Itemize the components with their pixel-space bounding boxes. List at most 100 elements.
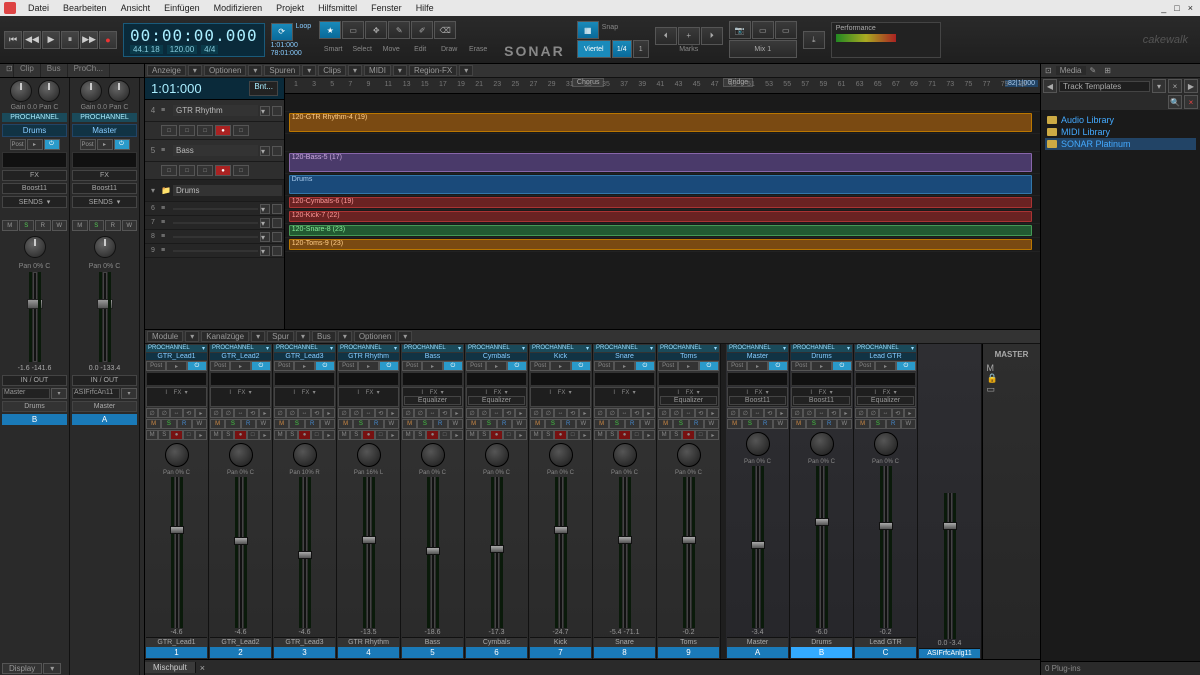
solo-btn[interactable]: S bbox=[161, 419, 176, 429]
post-btn[interactable]: Post bbox=[210, 361, 230, 371]
rec-btn[interactable]: ● bbox=[215, 165, 231, 176]
solo-btn[interactable]: S bbox=[353, 419, 368, 429]
strip-name[interactable]: Kick bbox=[530, 353, 591, 360]
prochannel-header[interactable]: PROCHANNEL▾ bbox=[466, 345, 527, 352]
arm-btn[interactable]: ● bbox=[234, 430, 246, 440]
write-btn[interactable]: W bbox=[704, 419, 719, 429]
mute-btn[interactable]: M bbox=[402, 419, 417, 429]
menu-project[interactable]: Projekt bbox=[270, 2, 310, 14]
read-btn[interactable]: R bbox=[561, 419, 576, 429]
solo-btn[interactable]: S bbox=[289, 419, 304, 429]
pan-knob-2[interactable] bbox=[24, 236, 46, 258]
eq-curve[interactable] bbox=[727, 372, 788, 386]
strip-name[interactable]: GTR_Lead1 bbox=[146, 353, 207, 360]
track-row-4[interactable]: 4≡GTR Rhythm▾ bbox=[145, 100, 284, 122]
pan-knob[interactable] bbox=[613, 443, 637, 467]
track-row-9[interactable]: 9≡▾ bbox=[145, 244, 284, 258]
m-btn[interactable]: M bbox=[2, 220, 18, 231]
audio-clip[interactable]: Drums bbox=[289, 175, 1033, 194]
prochannel-header[interactable]: PROCHANNEL▾ bbox=[594, 345, 655, 352]
fader[interactable] bbox=[175, 477, 179, 628]
snap-v2[interactable]: 1 bbox=[633, 40, 649, 58]
clip-lane-1[interactable]: 120-Bass-5 (17) bbox=[285, 152, 1040, 174]
solo-btn[interactable]: S bbox=[673, 419, 688, 429]
channel-number[interactable]: A bbox=[727, 647, 788, 658]
fader[interactable] bbox=[820, 466, 824, 628]
loop-in[interactable]: 1:01:000 bbox=[271, 42, 314, 49]
strip-name[interactable]: Bass bbox=[402, 353, 463, 360]
track-time-display[interactable]: 1:01:000 Bnt... bbox=[145, 78, 284, 100]
mute-btn[interactable]: M bbox=[791, 419, 806, 429]
ffwd-button[interactable]: ▶▶ bbox=[80, 31, 98, 49]
edit-tool[interactable]: ✎ bbox=[388, 21, 410, 39]
window-close[interactable]: × bbox=[1185, 3, 1196, 13]
clip-lane-2[interactable]: Drums bbox=[285, 174, 1040, 196]
power-btn[interactable]: ⏻ bbox=[44, 139, 60, 150]
snap-resolution[interactable]: Viertel bbox=[577, 40, 611, 58]
fader[interactable] bbox=[687, 477, 691, 628]
fader[interactable] bbox=[495, 477, 499, 628]
screenset-3[interactable]: ▭ bbox=[775, 21, 797, 39]
write-btn[interactable]: W bbox=[576, 419, 591, 429]
strip-name[interactable]: Toms bbox=[658, 353, 719, 360]
channel-number[interactable]: 8 bbox=[594, 647, 655, 658]
browser-item-0[interactable]: Audio Library bbox=[1045, 114, 1196, 126]
browser-item-2[interactable]: SONAR Platinum bbox=[1045, 138, 1196, 150]
fader[interactable] bbox=[559, 477, 563, 628]
window-maximize[interactable]: □ bbox=[1171, 3, 1182, 13]
select-tool[interactable]: ▭ bbox=[342, 21, 364, 39]
arm-btn[interactable]: ● bbox=[490, 430, 502, 440]
solo-btn[interactable]: S bbox=[742, 419, 757, 429]
br-dd-arrow[interactable]: ▾ bbox=[1152, 79, 1166, 93]
eq-curve[interactable] bbox=[402, 372, 463, 386]
write-btn[interactable]: W bbox=[448, 419, 463, 429]
pan-knob[interactable] bbox=[421, 443, 445, 467]
fader[interactable] bbox=[948, 493, 952, 640]
strip-name[interactable]: Snare bbox=[594, 353, 655, 360]
screenset-1[interactable]: 📷 bbox=[729, 21, 751, 39]
dest-channel[interactable]: A bbox=[72, 414, 137, 425]
rec-btn[interactable]: ● bbox=[215, 125, 231, 136]
power-btn[interactable]: ⏻ bbox=[699, 361, 719, 371]
strip-name[interactable]: GTR_Lead2 bbox=[210, 353, 271, 360]
console-tab[interactable]: Mischpult bbox=[145, 662, 196, 673]
mark-prev[interactable]: ⏴ bbox=[655, 27, 677, 45]
audio-clip[interactable]: 120-Kick-7 (22) bbox=[289, 211, 1033, 222]
read-btn[interactable]: R bbox=[822, 419, 837, 429]
fader[interactable] bbox=[239, 477, 243, 628]
post-btn[interactable]: Post bbox=[855, 361, 875, 371]
channel-number[interactable]: 7 bbox=[530, 647, 591, 658]
dest-channel[interactable]: B bbox=[2, 414, 67, 425]
eq-slot[interactable]: Equalizer bbox=[660, 396, 717, 405]
fader[interactable] bbox=[103, 272, 107, 362]
audio-clip[interactable]: 120-Cymbals-6 (19) bbox=[289, 197, 1033, 208]
prochannel-header[interactable]: PROCHANNEL bbox=[72, 113, 137, 122]
write-btn[interactable]: W bbox=[512, 419, 527, 429]
eq-curve[interactable] bbox=[658, 372, 719, 386]
c-kanal[interactable]: Kanalzüge bbox=[201, 331, 249, 342]
strip-name[interactable]: Master bbox=[72, 124, 137, 137]
browser-pin[interactable]: ⊡ bbox=[1041, 66, 1056, 75]
prochannel-header[interactable]: PROCHANNEL▾ bbox=[146, 345, 207, 352]
r-btn[interactable]: R bbox=[105, 220, 121, 231]
pause-button[interactable]: ⏸ bbox=[61, 31, 79, 49]
fader[interactable] bbox=[623, 477, 627, 628]
read-btn[interactable]: R bbox=[886, 419, 901, 429]
arm-btn[interactable]: ● bbox=[170, 430, 182, 440]
mute-btn[interactable]: M bbox=[274, 419, 289, 429]
channel-number[interactable]: 4 bbox=[338, 647, 399, 658]
fader[interactable] bbox=[884, 466, 888, 628]
arm-btn[interactable]: ● bbox=[618, 430, 630, 440]
insp-tab-bus[interactable]: Bus bbox=[41, 64, 68, 77]
power-btn[interactable]: ⏻ bbox=[896, 361, 916, 371]
track-row-2[interactable]: ▾📁Drums bbox=[145, 180, 284, 202]
read-btn[interactable]: R bbox=[497, 419, 512, 429]
eq-curve[interactable] bbox=[466, 372, 527, 386]
power-btn[interactable]: ⏻ bbox=[571, 361, 591, 371]
power-btn[interactable]: ⏻ bbox=[443, 361, 463, 371]
eq-slot[interactable]: Equalizer bbox=[404, 396, 461, 405]
timeline-ruler[interactable]: Chorus Bridge 82|1|000 13579111315171921… bbox=[285, 78, 1040, 94]
write-btn[interactable]: W bbox=[384, 419, 399, 429]
strip-name[interactable]: GTR_Lead3 bbox=[274, 353, 335, 360]
post-btn[interactable]: Post bbox=[727, 361, 747, 371]
